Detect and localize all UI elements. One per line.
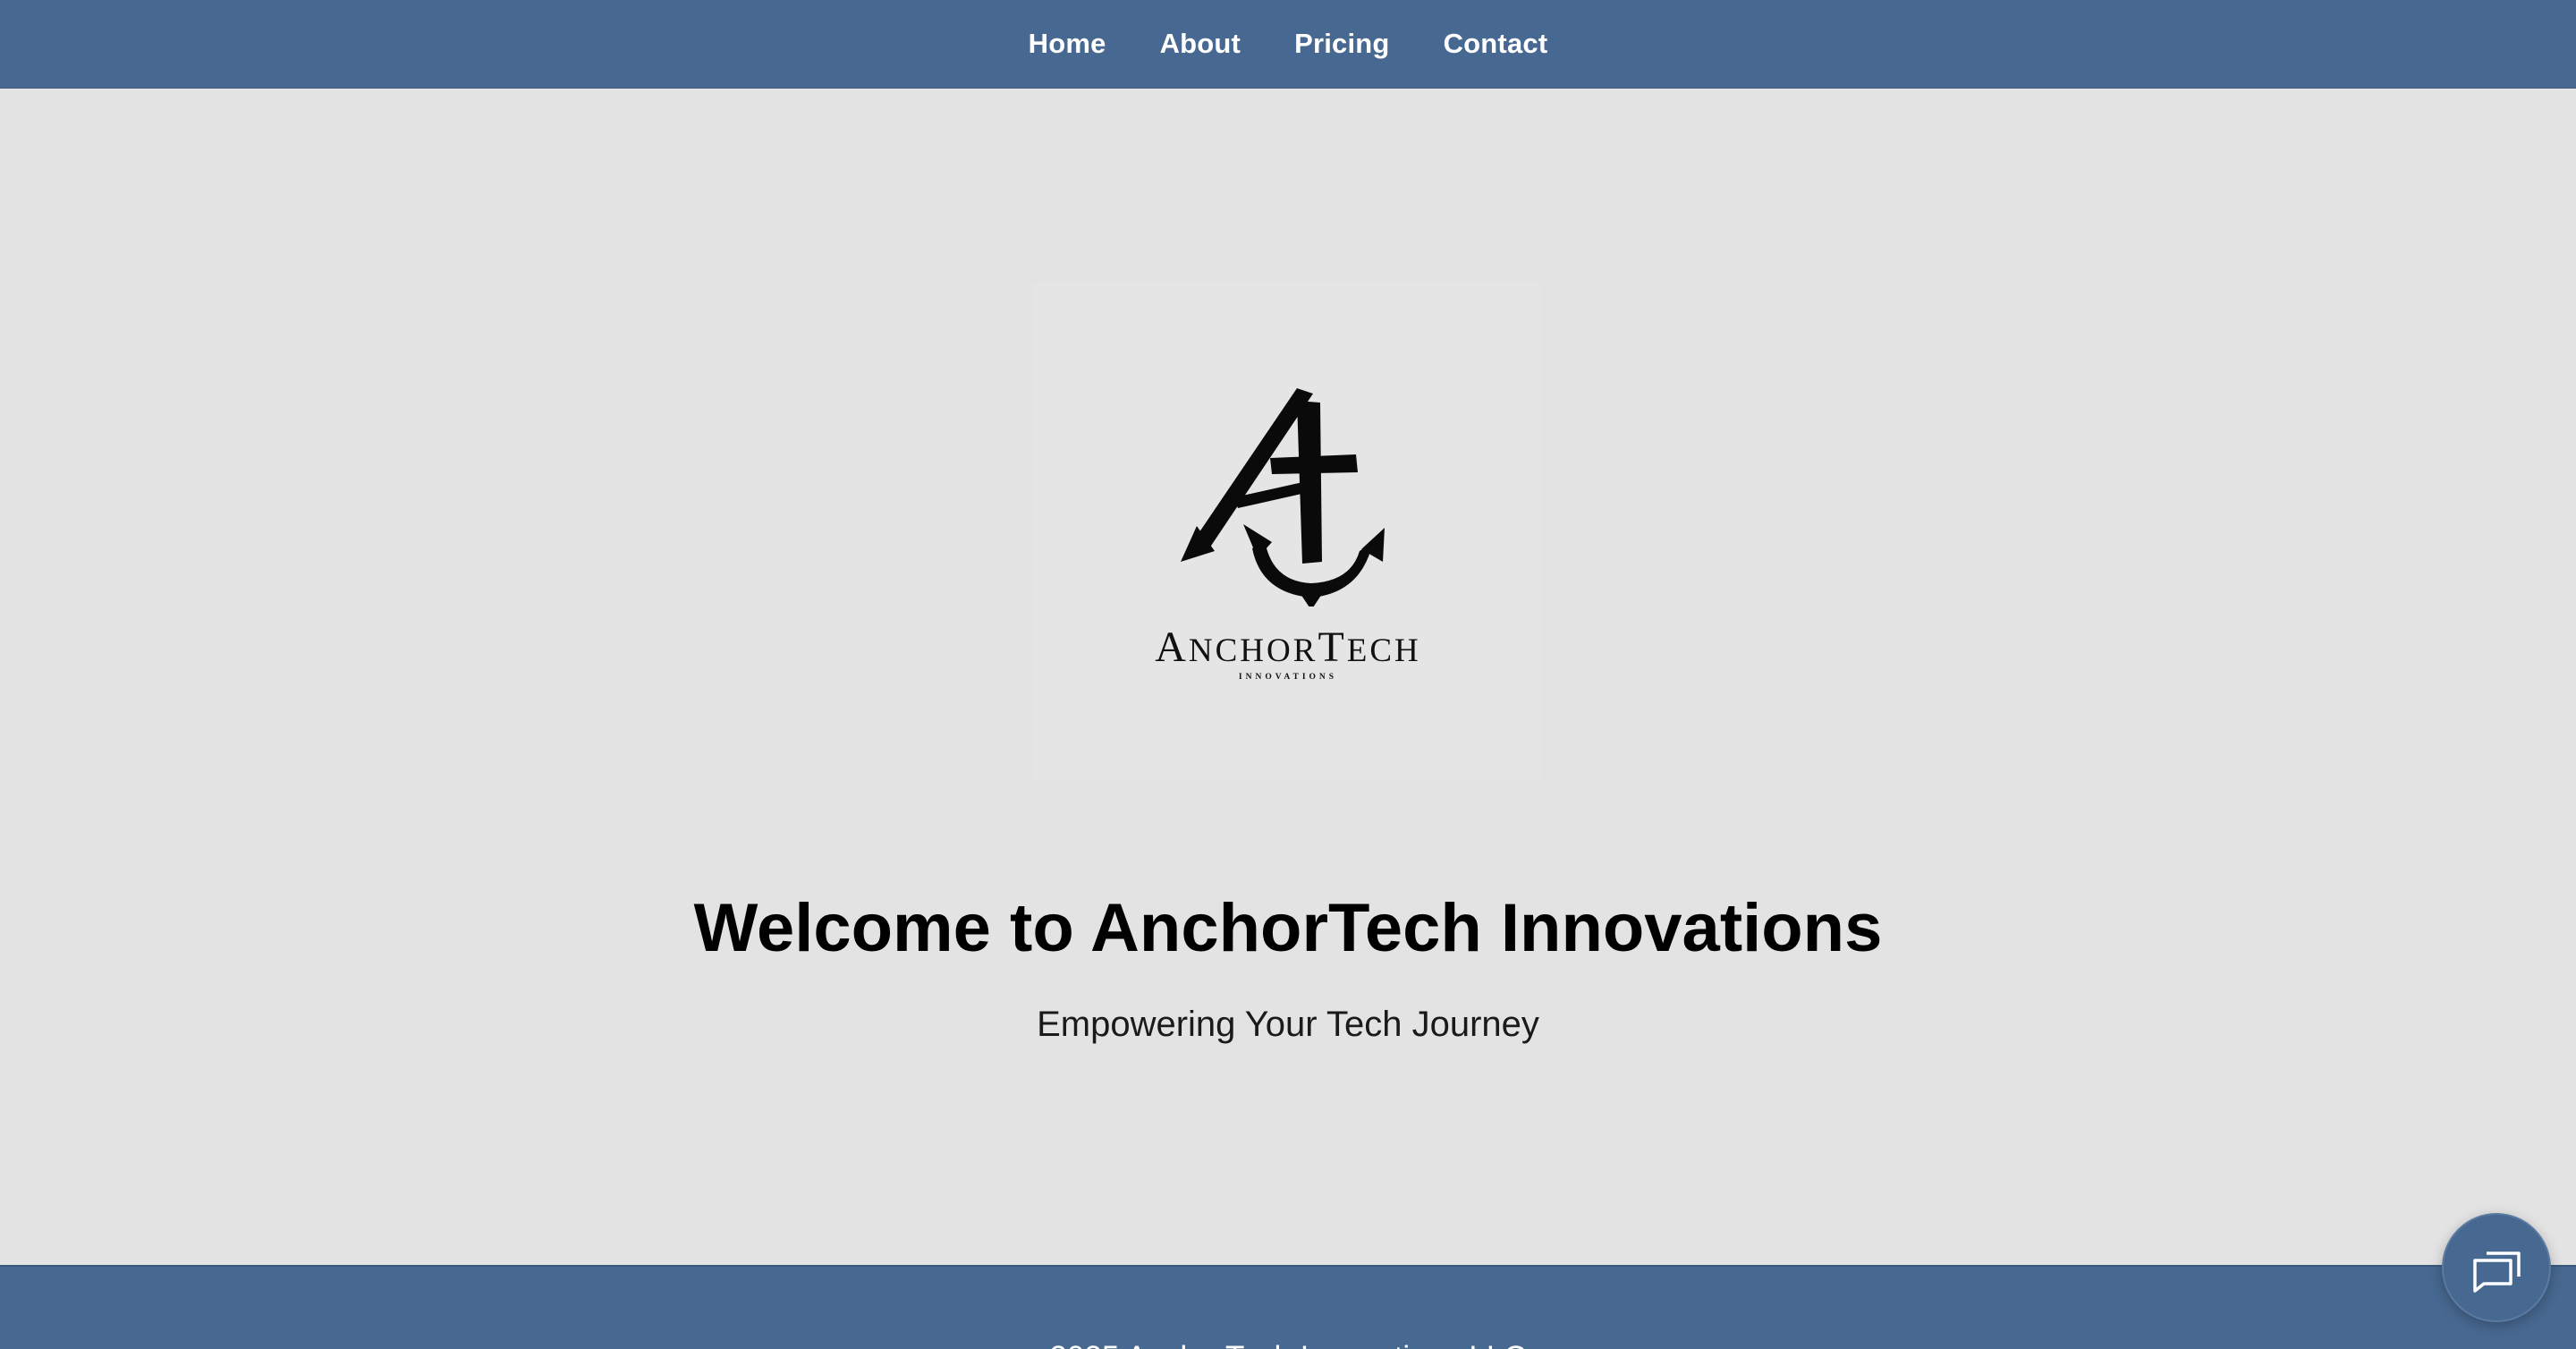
page: Home About Pricing Contact ANCHORTECH IN… [0, 0, 2576, 1349]
top-navigation-bar: Home About Pricing Contact [0, 0, 2576, 89]
footer-copyright: 2025 AnchorTech Innovations LLC [0, 1340, 2576, 1349]
hero-subtitle: Empowering Your Tech Journey [1037, 1005, 1539, 1044]
chat-bubbles-icon [2473, 1251, 2521, 1293]
main-nav: Home About Pricing Contact [0, 0, 2576, 88]
wordmark-letters-ech: ECH [1346, 632, 1421, 669]
wordmark-letter-a: A [1155, 624, 1189, 671]
chat-button[interactable] [2442, 1213, 2551, 1322]
footer: 2025 AnchorTech Innovations LLC [0, 1265, 2576, 1349]
nav-contact-link[interactable]: Contact [1444, 28, 1548, 60]
wordmark-letters-nchor: NCHOR [1188, 632, 1318, 669]
wordmark-letter-t: T [1318, 624, 1347, 671]
anchor-logo-icon [1181, 388, 1385, 607]
logo-wordmark-main: ANCHORTECH [1029, 626, 1547, 669]
nav-about-link[interactable]: About [1160, 28, 1241, 60]
nav-home-link[interactable]: Home [1029, 28, 1106, 60]
logo-tagline: INNOVATIONS [1238, 673, 1338, 682]
nav-pricing-link[interactable]: Pricing [1294, 28, 1389, 60]
logo-wordmark: ANCHORTECH INNOVATIONS [1029, 626, 1547, 683]
hero-title: Welcome to AnchorTech Innovations [693, 890, 1883, 966]
